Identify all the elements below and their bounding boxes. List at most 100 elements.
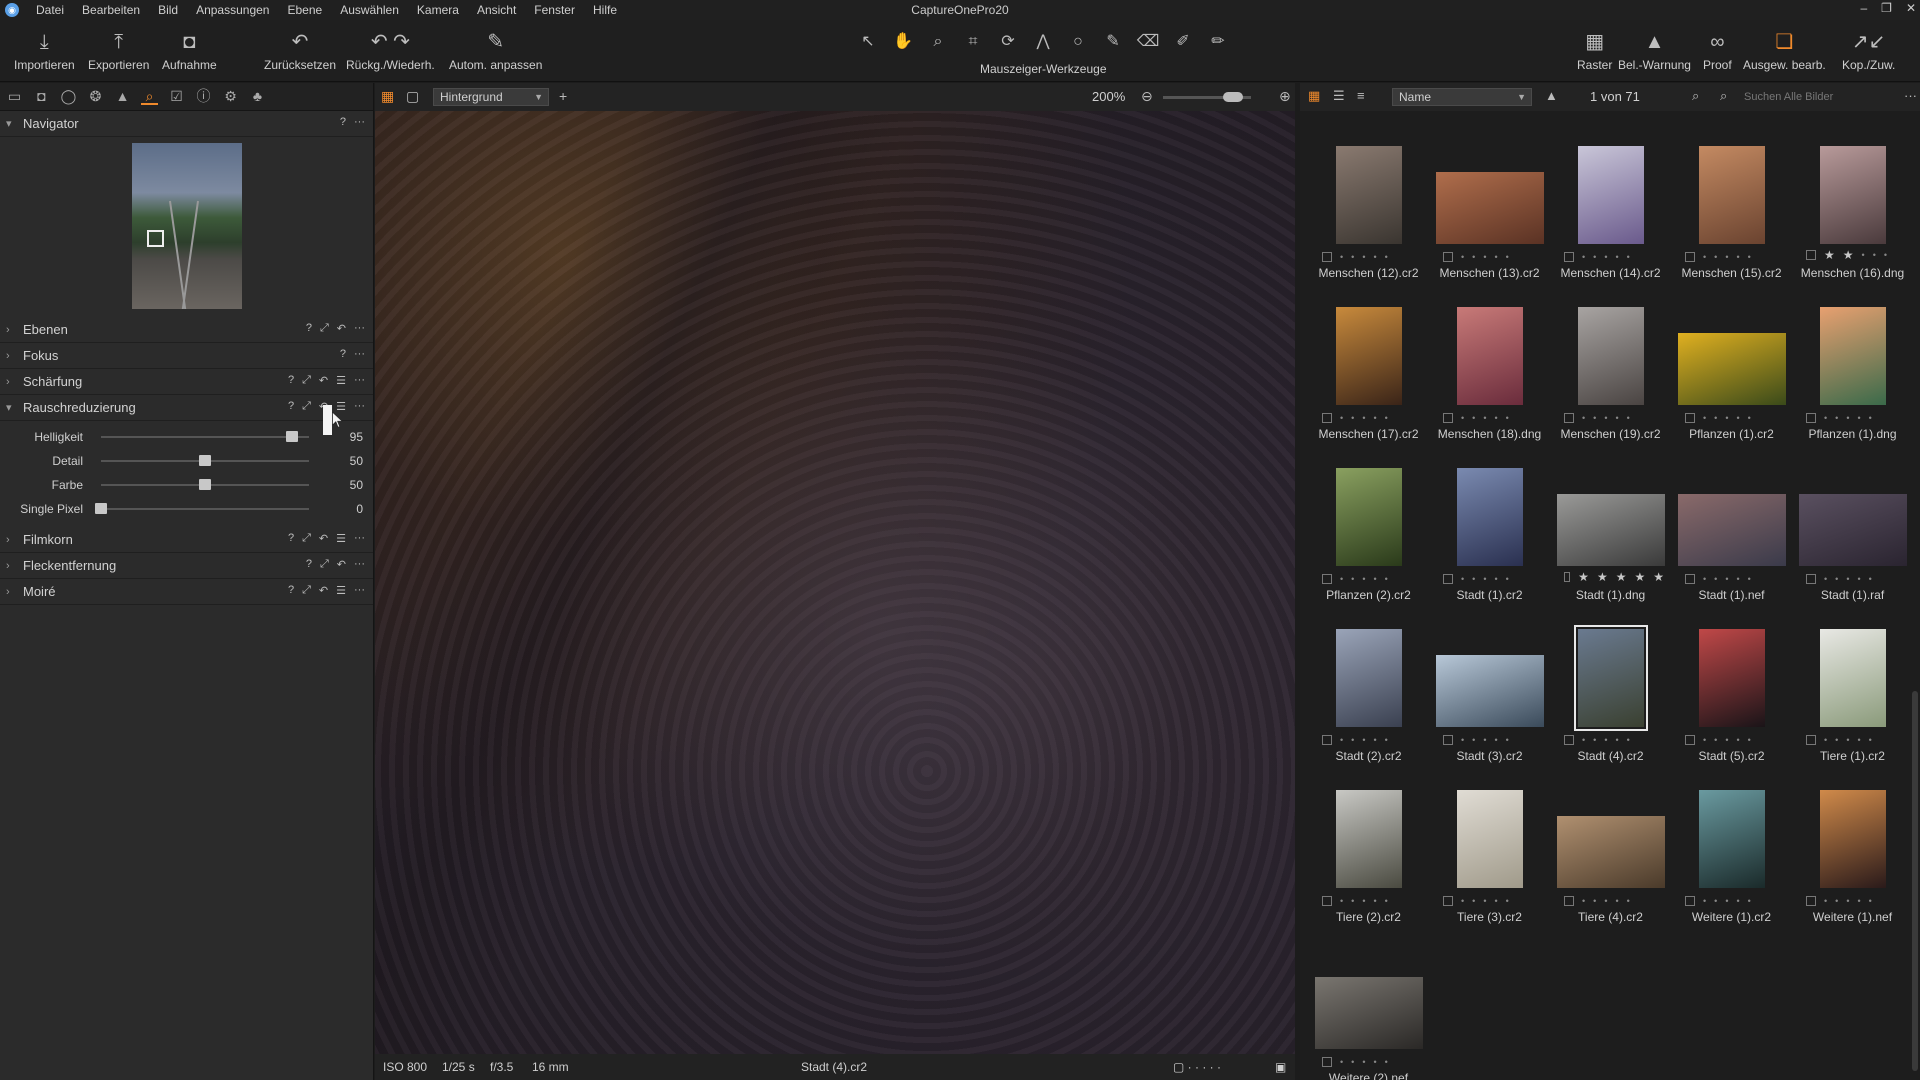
star-empty-icon[interactable]: • [1582,735,1585,745]
star-empty-icon[interactable]: • [1351,735,1354,745]
sort-select[interactable]: Name ▼ [1392,88,1532,106]
star-empty-icon[interactable]: • [1472,252,1475,262]
star-empty-icon[interactable]: • [1461,735,1464,745]
thumbnail-image[interactable] [1798,494,1907,566]
slider-value[interactable]: 95 [350,430,363,444]
star-empty-icon[interactable]: • [1748,574,1751,584]
star-empty-icon[interactable]: • [1725,735,1728,745]
slider-track[interactable] [101,479,309,490]
thumbnail-item[interactable]: • • • • • Pflanzen (1).cr2 [1671,284,1792,445]
star-empty-icon[interactable]: • [1824,413,1827,423]
proof-button[interactable]: ∞ Proof [1703,30,1732,72]
help-icon[interactable]: ? [306,322,312,335]
star-empty-icon[interactable]: • [1461,252,1464,262]
reset-icon[interactable]: ↶ [337,322,346,335]
star-empty-icon[interactable]: • [1385,896,1388,906]
thumbnail-image[interactable] [1819,146,1886,244]
star-empty-icon[interactable]: • [1627,252,1630,262]
star-empty-icon[interactable]: • [1472,735,1475,745]
metadata-tab-icon[interactable]: ⓘ [195,88,212,105]
reset-icon[interactable]: ↶ [319,374,328,387]
spot-removal-header[interactable]: › Fleckentfernung ? ⤢ ↶ ··· [0,553,373,579]
reset-button[interactable]: ↶ Zurücksetzen [264,30,336,72]
thumbnail-image[interactable] [1819,307,1886,405]
thumbnail-image[interactable] [1456,790,1523,888]
slider-value[interactable]: 50 [350,478,363,492]
star-empty-icon[interactable]: • [1373,1057,1376,1067]
capture-button[interactable]: ◘ Aufnahme [162,30,217,72]
thumbnail-image[interactable] [1677,333,1786,405]
star-empty-icon[interactable]: • [1736,413,1739,423]
add-layer-icon[interactable]: + [559,88,567,104]
thumbnail-image[interactable] [1577,307,1644,405]
thumbnail-item[interactable]: • • • • • Stadt (4).cr2 [1550,606,1671,767]
select-checkbox[interactable] [1806,896,1816,906]
star-filled-icon[interactable]: ★ [1616,570,1627,584]
star-empty-icon[interactable]: • [1483,896,1486,906]
undo-redo-button[interactable]: ↶ ↷ Rückg./Wiederh. [346,30,435,72]
presets-icon[interactable]: ☰ [336,532,346,545]
star-empty-icon[interactable]: • [1340,896,1343,906]
select-checkbox[interactable] [1685,735,1695,745]
thumbnail-item[interactable]: • • • • • Menschen (15).cr2 [1671,123,1792,284]
zoom-in-icon[interactable]: ⊕ [1279,88,1291,105]
star-empty-icon[interactable]: • [1351,413,1354,423]
slider-knob[interactable] [199,479,211,490]
help-icon[interactable]: ? [288,400,294,413]
thumbnail-image[interactable] [1677,494,1786,566]
select-checkbox[interactable] [1443,413,1453,423]
star-empty-icon[interactable]: • [1461,574,1464,584]
star-empty-icon[interactable]: • [1362,574,1365,584]
thumbnail-image[interactable] [1698,629,1765,727]
rotate-icon[interactable]: ⟳ [996,32,1020,52]
star-empty-icon[interactable]: • [1506,252,1509,262]
star-empty-icon[interactable]: • [1703,252,1706,262]
rating-checkbox-icon[interactable]: ▢ · · · · · [1173,1060,1221,1074]
star-filled-icon[interactable]: ★ [1597,570,1608,584]
star-empty-icon[interactable]: • [1472,574,1475,584]
thumbnail-item[interactable]: • • • • • Menschen (12).cr2 [1308,123,1429,284]
star-empty-icon[interactable]: • [1615,896,1618,906]
navigator-header[interactable]: ▾ Navigator ? ··· [0,111,373,137]
layer-select[interactable]: Hintergrund ▼ [433,88,549,106]
library-tab-icon[interactable]: ▭ [6,88,23,105]
star-empty-icon[interactable]: • [1869,735,1872,745]
select-checkbox[interactable] [1564,252,1574,262]
menu-hilfe[interactable]: Hilfe [584,0,626,20]
loupe-icon[interactable]: ⌕ [926,32,950,52]
select-cursor-icon[interactable]: ↖ [856,32,880,52]
star-empty-icon[interactable]: • [1846,413,1849,423]
exposure-tab-icon[interactable]: ▲ [114,88,131,105]
star-empty-icon[interactable]: • [1604,896,1607,906]
menu-auswählen[interactable]: Auswählen [331,0,408,20]
select-checkbox[interactable] [1564,572,1571,582]
thumbnail-image[interactable] [1335,468,1402,566]
star-empty-icon[interactable]: • [1869,413,1872,423]
star-empty-icon[interactable]: • [1615,413,1618,423]
thumbnail-item[interactable]: • • • • • Menschen (14).cr2 [1550,123,1671,284]
star-empty-icon[interactable]: • [1373,896,1376,906]
star-empty-icon[interactable]: • [1846,574,1849,584]
slider-value[interactable]: 50 [350,454,363,468]
maximize-icon[interactable]: ❐ [1881,1,1892,15]
star-empty-icon[interactable]: • [1604,735,1607,745]
star-empty-icon[interactable]: • [1736,574,1739,584]
star-empty-icon[interactable]: • [1703,896,1706,906]
browser-scrollbar[interactable] [1912,691,1918,1071]
navigator-preview[interactable] [131,143,242,309]
select-checkbox[interactable] [1806,735,1816,745]
star-empty-icon[interactable]: • [1340,413,1343,423]
link-icon[interactable]: ⤢ [302,584,311,597]
star-empty-icon[interactable]: • [1593,735,1596,745]
star-empty-icon[interactable]: • [1627,413,1630,423]
export-button[interactable]: ⤒ Exportieren [88,30,149,72]
select-checkbox[interactable] [1443,252,1453,262]
star-empty-icon[interactable]: • [1869,896,1872,906]
presets-icon[interactable]: ☰ [336,374,346,387]
focus-header[interactable]: › Fokus ? ··· [0,343,373,369]
star-empty-icon[interactable]: • [1604,252,1607,262]
presets-icon[interactable]: ☰ [336,584,346,597]
star-empty-icon[interactable]: • [1835,413,1838,423]
lens-tab-icon[interactable]: ◯ [60,88,77,105]
star-empty-icon[interactable]: • [1627,735,1630,745]
